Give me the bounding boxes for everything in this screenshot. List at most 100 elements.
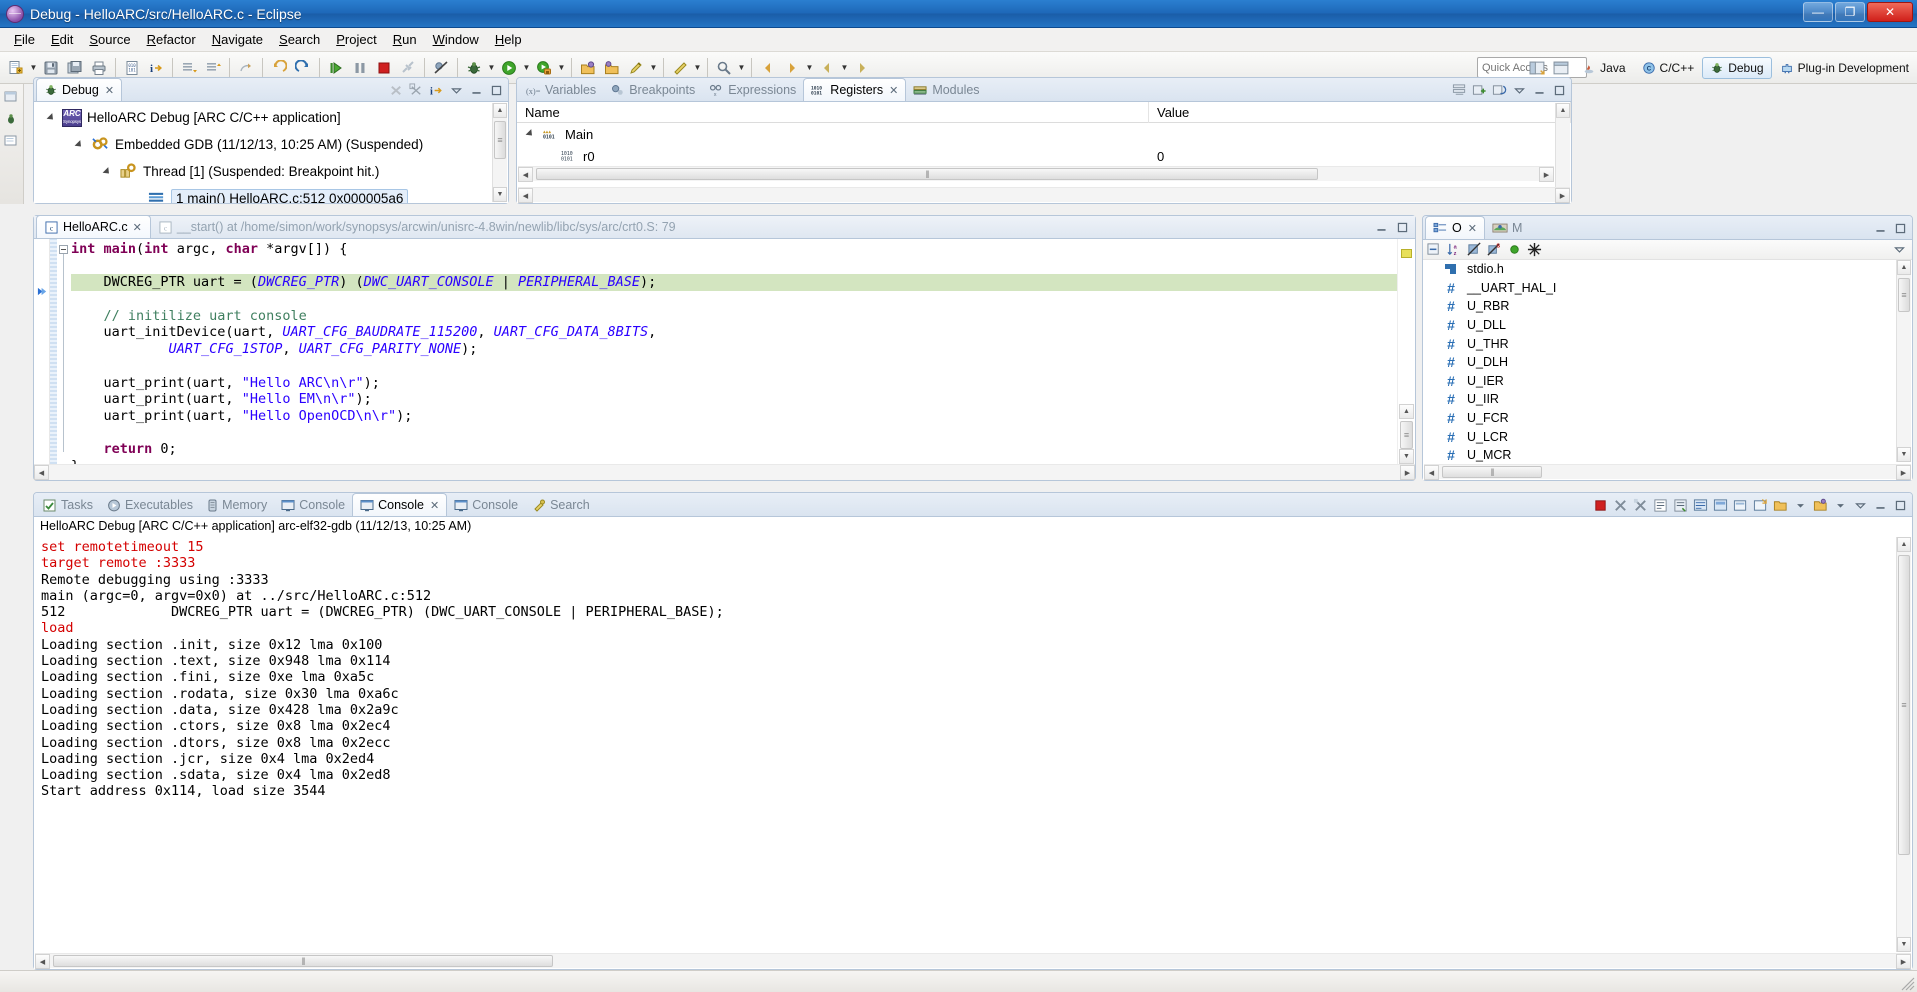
- scroll-left-icon[interactable]: ◀: [518, 167, 533, 182]
- scroll-left-icon[interactable]: ◀: [35, 954, 50, 969]
- hscroll-thumb[interactable]: [53, 955, 553, 967]
- run-dropdown-icon[interactable]: ▼: [521, 57, 532, 79]
- console-hscrollbar[interactable]: ◀ ▶: [35, 953, 1911, 969]
- open-perspective-icon[interactable]: [1526, 57, 1548, 79]
- scroll-right-icon[interactable]: ▶: [1539, 167, 1554, 182]
- outline-item[interactable]: # U_DLL: [1423, 316, 1894, 335]
- tab-executables-1[interactable]: Executables: [100, 494, 200, 516]
- fold-collapse-icon[interactable]: [59, 245, 68, 254]
- editor-text-area[interactable]: int main(int argc, char *argv[]) { DWCRE…: [34, 239, 1415, 480]
- print-icon[interactable]: [88, 57, 110, 79]
- minimize-view-icon[interactable]: [468, 82, 485, 99]
- search-toolbar-icon[interactable]: [713, 57, 735, 79]
- outline-item[interactable]: # __UART_HAL_I: [1423, 279, 1894, 298]
- close-icon[interactable]: ✕: [133, 221, 142, 234]
- scroll-left-icon[interactable]: ◀: [34, 465, 49, 480]
- previous-annotation-icon[interactable]: [202, 57, 224, 79]
- search-dropdown-icon[interactable]: ▼: [736, 57, 747, 79]
- save-all-icon[interactable]: [64, 57, 86, 79]
- editor-tab-helloarc-c[interactable]: c HelloARC.c ✕: [36, 215, 151, 238]
- tab-outline-1[interactable]: M: [1485, 217, 1529, 239]
- hide-fields-icon[interactable]: [1466, 241, 1483, 258]
- menu-item-file[interactable]: File: [6, 30, 43, 49]
- tab-console-5[interactable]: Console: [447, 494, 525, 516]
- terminate-console-icon[interactable]: [1592, 497, 1609, 514]
- maximize-console-icon[interactable]: [1892, 497, 1909, 514]
- tab-outline-0[interactable]: O ✕: [1425, 216, 1485, 239]
- next-edit-dropdown-icon[interactable]: ▼: [804, 57, 815, 79]
- debug-fastview-icon[interactable]: [3, 112, 21, 128]
- column-header-name[interactable]: Name: [517, 102, 1149, 123]
- scroll-up-icon[interactable]: ▲: [1399, 404, 1414, 419]
- tab-tasks-0[interactable]: Tasks: [36, 494, 100, 516]
- tab-memory-2[interactable]: Memory: [200, 494, 274, 516]
- minimize-button[interactable]: —: [1803, 2, 1833, 22]
- scroll-down-icon[interactable]: ▼: [1399, 449, 1414, 464]
- debug-tree-node[interactable]: 1 main() HelloARC.c:512 0x000005a6: [34, 185, 491, 203]
- maximize-view-icon[interactable]: [488, 82, 505, 99]
- pin-icon[interactable]: [1812, 497, 1829, 514]
- hscroll-thumb[interactable]: [1442, 466, 1542, 478]
- outline-item[interactable]: stdio.h: [1423, 260, 1894, 279]
- column-header-value[interactable]: Value: [1149, 102, 1571, 123]
- terminate-icon[interactable]: [373, 57, 395, 79]
- menu-item-source[interactable]: Source: [81, 30, 138, 49]
- previous-edit-icon[interactable]: [757, 57, 779, 79]
- editor-tab-start-crt0-s[interactable]: c __start() at /home/simon/work/synopsys/…: [151, 216, 684, 238]
- scroll-right-icon[interactable]: ▶: [1896, 465, 1911, 480]
- hscroll-thumb[interactable]: [536, 168, 1318, 180]
- debug-bug-icon[interactable]: [463, 57, 485, 79]
- collapse-all-icon[interactable]: [408, 82, 425, 99]
- close-icon[interactable]: ✕: [430, 499, 439, 512]
- menu-item-edit[interactable]: Edit: [43, 30, 81, 49]
- back-history-icon[interactable]: [268, 57, 290, 79]
- pencil-dropdown-icon[interactable]: ▼: [648, 57, 659, 79]
- outline-item[interactable]: # U_RBR: [1423, 297, 1894, 316]
- collapse-all-registers-icon[interactable]: [1451, 82, 1468, 99]
- perspective-c-c-[interactable]: C C/C++: [1634, 57, 1703, 79]
- pin-console-icon[interactable]: [1712, 497, 1729, 514]
- disconnect-icon[interactable]: [397, 57, 419, 79]
- pencil-edit-icon[interactable]: [625, 57, 647, 79]
- outline-item[interactable]: # U_IER: [1423, 372, 1894, 391]
- tab-debug[interactable]: Debug ✕: [36, 78, 123, 101]
- scroll-down-icon[interactable]: ▼: [1897, 447, 1911, 462]
- next-annotation-icon[interactable]: [178, 57, 200, 79]
- scroll-thumb[interactable]: [494, 121, 506, 159]
- step-return-icon[interactable]: i: [428, 82, 445, 99]
- perspective-debug[interactable]: Debug: [1702, 57, 1772, 79]
- outline-hscrollbar[interactable]: ◀ ▶: [1424, 464, 1911, 480]
- outline-vscrollbar[interactable]: ▲ ▼: [1896, 260, 1911, 462]
- scroll-left-icon[interactable]: ◀: [1424, 465, 1439, 480]
- outline-item[interactable]: # U_THR: [1423, 334, 1894, 353]
- menu-item-window[interactable]: Window: [425, 30, 487, 49]
- debug-tree-scrollbar[interactable]: ▲ ▼: [492, 103, 507, 202]
- maximize-outline-icon[interactable]: [1892, 220, 1909, 237]
- open-console-icon[interactable]: [1752, 497, 1769, 514]
- project-explorer-fastview-icon[interactable]: [3, 134, 21, 150]
- editor-folding-column[interactable]: [57, 239, 71, 464]
- editor-overview-ruler[interactable]: ▲ ▼: [1397, 239, 1415, 464]
- resize-grip-icon[interactable]: [1901, 977, 1915, 991]
- close-icon[interactable]: ✕: [889, 84, 898, 97]
- debug-tree-node[interactable]: Embedded GDB (11/12/13, 10:25 AM) (Suspe…: [34, 131, 491, 158]
- remove-all-terminated-icon[interactable]: [388, 82, 405, 99]
- outline-scroll-thumb[interactable]: [1898, 278, 1910, 312]
- outline-item[interactable]: # U_DLH: [1423, 353, 1894, 372]
- debug-dropdown-icon[interactable]: ▼: [486, 57, 497, 79]
- restore-register-group-icon[interactable]: [1491, 82, 1508, 99]
- tab-expressions[interactable]: x Expressions: [702, 79, 803, 101]
- minimize-editor-icon[interactable]: [1373, 219, 1390, 236]
- menu-item-search[interactable]: Search: [271, 30, 328, 49]
- hide-non-public-icon[interactable]: [1506, 241, 1523, 258]
- new-wizard-icon[interactable]: [5, 57, 27, 79]
- remove-all-launches-icon[interactable]: [1632, 497, 1649, 514]
- tab-registers[interactable]: 1010 0101 Registers ✕: [803, 78, 907, 101]
- registers-view-menu-icon[interactable]: [1511, 82, 1528, 99]
- binary-view-icon[interactable]: 010 101: [121, 57, 143, 79]
- outline-item[interactable]: # U_FCR: [1423, 409, 1894, 428]
- console-view-menu-icon[interactable]: [1852, 497, 1869, 514]
- editor-annotation-gutter[interactable]: [34, 239, 50, 464]
- console-dropdown-icon[interactable]: [1792, 497, 1809, 514]
- console-scroll-thumb[interactable]: [1898, 555, 1910, 855]
